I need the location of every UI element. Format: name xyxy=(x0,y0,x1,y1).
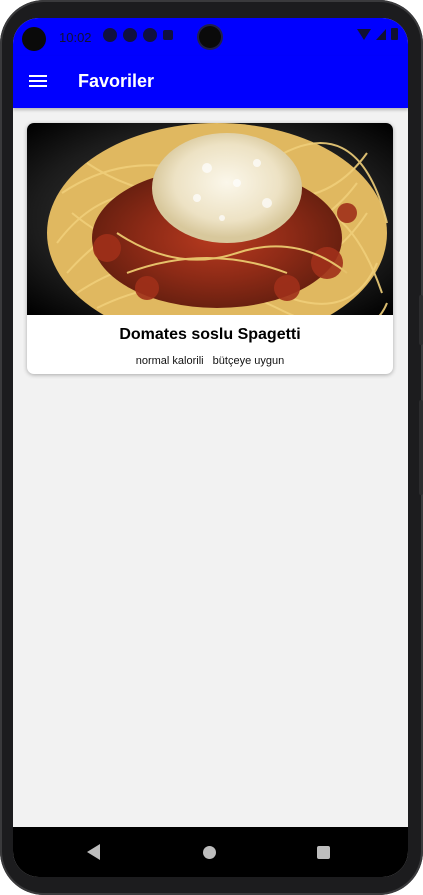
back-triangle-icon[interactable] xyxy=(87,844,100,860)
home-circle-icon[interactable] xyxy=(203,846,216,859)
sd-card-icon xyxy=(163,30,173,40)
meal-title: Domates soslu Spagetti xyxy=(119,326,301,343)
recents-square-icon[interactable] xyxy=(317,846,330,859)
meal-tags: normal kalorili bütçeye uygun xyxy=(27,355,393,367)
status-bar: 10:02 xyxy=(13,18,408,56)
calorie-tag: normal kalorili xyxy=(135,355,204,367)
screen: 10:02 Favoriler Domates soslu Spagetti n… xyxy=(13,18,408,877)
app-bar: Favoriler xyxy=(13,56,408,108)
notification-icon xyxy=(143,28,157,42)
notification-icons xyxy=(103,28,173,42)
meal-image xyxy=(27,123,393,315)
hamburger-menu-icon[interactable] xyxy=(27,70,49,92)
notification-icon xyxy=(123,28,137,42)
notification-icon xyxy=(103,28,117,42)
phone-frame: 10:02 Favoriler Domates soslu Spagetti n… xyxy=(0,0,423,895)
front-camera xyxy=(199,26,221,48)
power-button xyxy=(419,400,423,495)
navigation-bar xyxy=(13,827,408,877)
volume-button xyxy=(419,295,423,345)
page-title: Favoriler xyxy=(78,71,155,91)
battery-icon xyxy=(391,28,398,40)
wifi-icon xyxy=(357,28,371,40)
budget-tag: bütçeye uygun xyxy=(212,355,285,367)
camera-cutout xyxy=(22,27,46,51)
status-time: 10:02 xyxy=(59,30,92,45)
system-icons xyxy=(357,28,398,40)
favorite-meal-card[interactable]: Domates soslu Spagetti normal kalorili b… xyxy=(27,123,393,374)
signal-icon xyxy=(376,28,386,40)
